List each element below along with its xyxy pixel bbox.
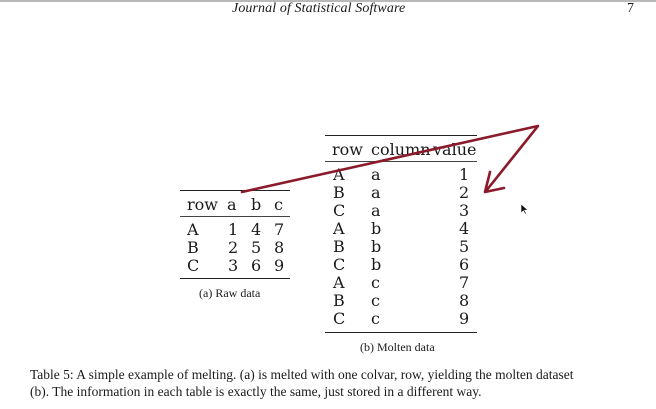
- raw-header-a: a: [227, 195, 237, 214]
- table-cell: 4: [251, 220, 262, 239]
- table-cell: 5: [459, 237, 470, 256]
- molten-header-value: value: [433, 140, 477, 159]
- table-cell: 2: [228, 238, 239, 257]
- molten-table-caption: (b) Molten data: [360, 340, 435, 354]
- table-cell: B: [333, 183, 345, 202]
- raw-table-mid-rule: [180, 216, 290, 217]
- table-cell: A: [187, 220, 199, 239]
- molten-table-bottom-rule: [325, 332, 477, 334]
- table-cell: 3: [228, 256, 239, 275]
- table-cell: a: [371, 201, 381, 220]
- table-cell: A: [333, 273, 345, 292]
- table-cell: 5: [251, 238, 262, 257]
- table-cell: 3: [459, 201, 470, 220]
- table-cell: 4: [459, 219, 470, 238]
- table-caption-line-2: (b). The information in each table is ex…: [30, 384, 482, 399]
- raw-header-row: row: [187, 195, 218, 214]
- table-cell: B: [187, 238, 199, 257]
- table-cell: 1: [228, 220, 239, 239]
- table-cell: B: [333, 291, 345, 310]
- table-cell: 1: [459, 165, 470, 184]
- table-caption-line-1: Table 5: A simple example of melting. (a…: [30, 367, 574, 382]
- raw-table-top-rule: [180, 190, 290, 192]
- mouse-pointer-icon: [520, 203, 529, 215]
- table-cell: B: [333, 237, 345, 256]
- running-head: Journal of Statistical Software: [232, 1, 406, 16]
- table-cell: 9: [274, 256, 285, 275]
- table-cell: a: [371, 183, 381, 202]
- table-cell: C: [333, 201, 346, 220]
- table-cell: c: [371, 309, 380, 328]
- raw-header-b: b: [251, 195, 262, 214]
- molten-header-row: row: [332, 140, 363, 159]
- table-cell: 8: [459, 291, 470, 310]
- document-page: Journal of Statistical Software 7 row a …: [0, 0, 656, 409]
- table-cell: 6: [251, 256, 262, 275]
- page-number: 7: [627, 1, 634, 16]
- raw-table-caption: (a) Raw data: [199, 286, 261, 300]
- table-cell: c: [371, 273, 380, 292]
- table-cell: 7: [274, 220, 285, 239]
- table-caption: Table 5: A simple example of melting. (a…: [30, 366, 640, 400]
- table-cell: A: [333, 165, 345, 184]
- table-cell: 2: [459, 183, 470, 202]
- molten-header-column: column: [371, 140, 431, 159]
- table-cell: a: [371, 165, 381, 184]
- table-cell: A: [333, 219, 345, 238]
- table-cell: C: [333, 255, 346, 274]
- raw-header-c: c: [274, 195, 283, 214]
- molten-table-top-rule: [325, 135, 477, 137]
- pen-arrow-annotation-icon: [240, 124, 540, 194]
- table-cell: b: [371, 255, 382, 274]
- table-cell: 8: [274, 238, 285, 257]
- table-cell: c: [371, 291, 380, 310]
- table-cell: b: [371, 219, 382, 238]
- table-cell: b: [371, 237, 382, 256]
- table-cell: 9: [459, 309, 470, 328]
- table-cell: C: [187, 256, 200, 275]
- table-cell: C: [333, 309, 346, 328]
- table-cell: 7: [459, 273, 470, 292]
- molten-table-mid-rule: [325, 161, 477, 162]
- raw-table-bottom-rule: [180, 278, 290, 280]
- table-cell: 6: [459, 255, 470, 274]
